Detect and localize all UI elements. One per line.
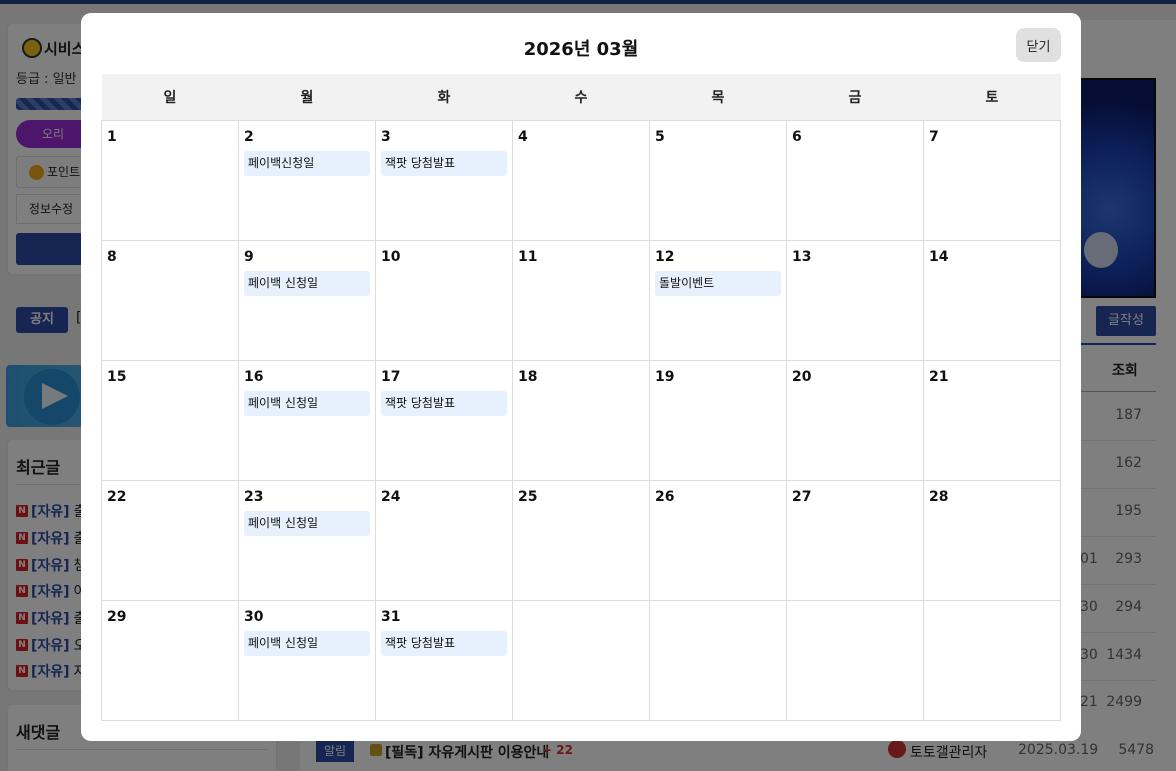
day-number: 1 (107, 128, 117, 145)
day-number: 8 (107, 248, 117, 265)
calendar-day-cell[interactable]: 6 (786, 119, 924, 241)
calendar-day-cell[interactable]: 5 (649, 119, 787, 241)
calendar-day-cell[interactable]: 23 페이백 신청일 (238, 479, 376, 601)
day-number: 21 (929, 368, 949, 385)
calendar-day-cell[interactable]: 8 (101, 239, 239, 361)
calendar-day-cell[interactable]: 24 (375, 479, 513, 601)
day-number: 2 (244, 128, 254, 145)
calendar-day-cell (923, 599, 1061, 721)
day-number: 16 (244, 368, 264, 385)
calendar-day-cell[interactable]: 22 (101, 479, 239, 601)
calendar-day-cell[interactable]: 15 (101, 359, 239, 481)
calendar-week-row: 1 2 페이백신청일 3 잭팟 당첨발표 4 5 6 7 (101, 119, 1061, 241)
calendar-day-cell[interactable]: 9 페이백 신청일 (238, 239, 376, 361)
calendar-day-cell[interactable]: 11 (512, 239, 650, 361)
calendar-event[interactable]: 잭팟 당첨발표 (381, 150, 507, 176)
calendar-day-cell[interactable]: 14 (923, 239, 1061, 361)
day-number: 5 (655, 128, 665, 145)
calendar-event[interactable]: 페이백 신청일 (244, 510, 370, 536)
calendar-day-cell[interactable]: 26 (649, 479, 787, 601)
calendar-day-cell[interactable]: 19 (649, 359, 787, 481)
weekday-header: 목 (649, 74, 787, 120)
day-number: 4 (518, 128, 528, 145)
weekday-header: 금 (786, 74, 924, 120)
calendar-day-cell[interactable]: 20 (786, 359, 924, 481)
calendar-week-row: 15 16 페이백 신청일 17 잭팟 당첨발표 18 19 20 21 (101, 359, 1061, 481)
day-number: 30 (244, 608, 264, 625)
weekday-header: 토 (923, 74, 1061, 120)
day-number: 22 (107, 488, 127, 505)
calendar-day-cell[interactable]: 3 잭팟 당첨발표 (375, 119, 513, 241)
day-number: 10 (381, 248, 401, 265)
calendar-event[interactable]: 페이백 신청일 (244, 630, 370, 656)
calendar-day-cell[interactable]: 30 페이백 신청일 (238, 599, 376, 721)
calendar-day-cell (512, 599, 650, 721)
day-number: 12 (655, 248, 675, 265)
calendar-week-row: 8 9 페이백 신청일 10 11 12 돌발이벤트 13 14 (101, 239, 1061, 361)
day-number: 6 (792, 128, 802, 145)
day-number: 25 (518, 488, 538, 505)
calendar-day-cell[interactable]: 28 (923, 479, 1061, 601)
day-number: 20 (792, 368, 812, 385)
day-number: 26 (655, 488, 675, 505)
calendar-day-cell[interactable]: 25 (512, 479, 650, 601)
calendar-day-cell[interactable]: 16 페이백 신청일 (238, 359, 376, 481)
day-number: 9 (244, 248, 254, 265)
calendar-day-cell[interactable]: 27 (786, 479, 924, 601)
day-number: 31 (381, 608, 401, 625)
calendar-event[interactable]: 페이백 신청일 (244, 270, 370, 296)
calendar-modal: 2026년 03월 닫기 일 월 화 수 목 금 토 1 2 페이백신청일 3 잭팟 당… (81, 13, 1081, 741)
weekday-header: 수 (512, 74, 650, 120)
calendar-day-cell[interactable]: 10 (375, 239, 513, 361)
calendar-day-cell (786, 599, 924, 721)
day-number: 28 (929, 488, 949, 505)
calendar-event[interactable]: 돌발이벤트 (655, 270, 781, 296)
weekday-header: 일 (101, 74, 239, 120)
day-number: 27 (792, 488, 812, 505)
day-number: 17 (381, 368, 401, 385)
day-number: 3 (381, 128, 391, 145)
close-button[interactable]: 닫기 (1016, 28, 1061, 62)
day-number: 29 (107, 608, 127, 625)
day-number: 18 (518, 368, 538, 385)
calendar-event[interactable]: 잭팟 당첨발표 (381, 390, 507, 416)
weekday-header: 화 (375, 74, 513, 120)
calendar-day-cell[interactable]: 2 페이백신청일 (238, 119, 376, 241)
day-number: 13 (792, 248, 812, 265)
calendar-day-cell[interactable]: 21 (923, 359, 1061, 481)
calendar-day-cell[interactable]: 4 (512, 119, 650, 241)
day-number: 7 (929, 128, 939, 145)
calendar-title: 2026년 03월 (523, 39, 639, 60)
calendar-day-cell[interactable]: 18 (512, 359, 650, 481)
day-number: 24 (381, 488, 401, 505)
calendar-body: 1 2 페이백신청일 3 잭팟 당첨발표 4 5 6 7 8 9 페이백 신청일 10 11 12 돌발이벤트… (101, 119, 1061, 721)
day-number: 15 (107, 368, 127, 385)
calendar-event[interactable]: 잭팟 당첨발표 (381, 630, 507, 656)
calendar-event[interactable]: 페이백신청일 (244, 150, 370, 176)
calendar-week-row: 22 23 페이백 신청일 24 25 26 27 28 (101, 479, 1061, 601)
calendar-day-cell[interactable]: 17 잭팟 당첨발표 (375, 359, 513, 481)
day-number: 19 (655, 368, 675, 385)
calendar-day-cell (649, 599, 787, 721)
day-number: 11 (518, 248, 538, 265)
calendar-day-cell[interactable]: 29 (101, 599, 239, 721)
calendar-event[interactable]: 페이백 신청일 (244, 390, 370, 416)
calendar-week-row: 29 30 페이백 신청일 31 잭팟 당첨발표 (101, 599, 1061, 721)
calendar-day-cell[interactable]: 12 돌발이벤트 (649, 239, 787, 361)
calendar-grid: 일 월 화 수 목 금 토 1 2 페이백신청일 3 잭팟 당첨발표 4 5 6 7 8 9 페이백 … (101, 74, 1061, 721)
weekday-header: 월 (238, 74, 376, 120)
calendar-day-cell[interactable]: 1 (101, 119, 239, 241)
weekday-header-row: 일 월 화 수 목 금 토 (101, 74, 1061, 120)
calendar-day-cell[interactable]: 13 (786, 239, 924, 361)
day-number: 23 (244, 488, 264, 505)
day-number: 14 (929, 248, 949, 265)
calendar-day-cell[interactable]: 7 (923, 119, 1061, 241)
calendar-day-cell[interactable]: 31 잭팟 당첨발표 (375, 599, 513, 721)
